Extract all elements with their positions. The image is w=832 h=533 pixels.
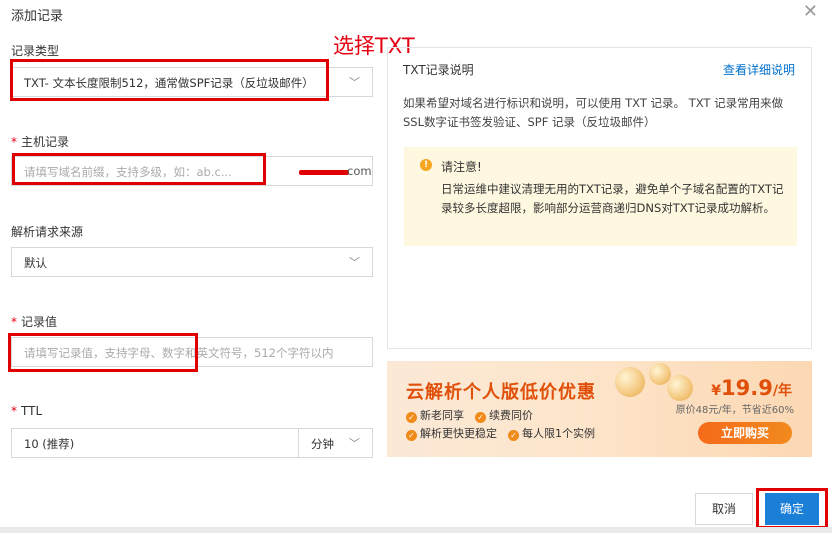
chevron-down-icon: ﹀ — [349, 256, 360, 269]
warning-icon: ! — [420, 159, 432, 171]
host-input[interactable]: 请填写域名前缀，支持多级，如：ab.c... com — [11, 156, 373, 186]
source-select[interactable]: 默认 ﹀ — [11, 247, 373, 277]
dialog-title: 添加记录 — [11, 9, 64, 24]
confirm-button[interactable]: 确定 — [765, 493, 819, 525]
host-label: * 主机记录 — [11, 135, 70, 149]
chevron-down-icon: ﹀ — [349, 76, 360, 89]
carousel-dots[interactable] — [577, 444, 611, 457]
record-type-select[interactable]: TXT- 文本长度限制512，通常做SPF记录（反垃圾邮件） ﹀ — [11, 67, 373, 97]
record-value-input[interactable]: 请填写记录值，支持字母、数字和英文符号，512个字符以内 — [11, 337, 373, 367]
notice-title: 请注意! — [441, 160, 482, 174]
ttl-unit: 分钟 — [311, 437, 334, 451]
cancel-button[interactable]: 取消 — [695, 493, 753, 525]
record-value-label: * 记录值 — [11, 315, 58, 329]
source-value: 默认 — [24, 256, 47, 270]
txt-info-panel: TXT记录说明 查看详细说明 如果希望对域名进行标识和说明，可以使用 TXT 记… — [387, 47, 812, 349]
notice-body: 日常运维中建议清理无用的TXT记录，避免单个子域名配置的TXT记录较多长度超限，… — [441, 182, 784, 215]
chevron-down-icon: ﹀ — [349, 437, 360, 450]
info-title: TXT记录说明 — [403, 63, 474, 77]
ttl-unit-select[interactable]: 分钟 ﹀ — [298, 428, 373, 458]
original-price: 原价48元/年，节省近60% — [675, 405, 794, 416]
coin-icon — [667, 375, 693, 401]
redacted-domain — [299, 170, 349, 175]
source-label: 解析请求来源 — [11, 225, 84, 239]
perk-item: ✓ 续费同价 — [475, 407, 533, 423]
ttl-label: * TTL — [11, 404, 43, 418]
info-description: 如果希望对域名进行标识和说明，可以使用 TXT 记录。 TXT 记录常用来做SS… — [403, 96, 784, 129]
domain-suffix: com — [347, 164, 372, 178]
buy-now-button[interactable]: 立即购买 — [698, 422, 792, 444]
perk-item: ✓ 每人限1个实例 — [508, 425, 595, 441]
promo-price: ¥19.9/年 — [711, 376, 792, 400]
view-details-link[interactable]: 查看详细说明 — [723, 61, 795, 78]
ttl-input[interactable]: 10 (推荐) — [11, 428, 299, 458]
record-type-value: TXT- 文本长度限制512，通常做SPF记录（反垃圾邮件） — [24, 76, 314, 90]
notice-box: ! 请注意! 日常运维中建议清理无用的TXT记录，避免单个子域名配置的TXT记录… — [404, 147, 797, 246]
perk-item: ✓ 解析更快更稳定 — [406, 425, 497, 441]
host-placeholder: 请填写域名前缀，支持多级，如：ab.c... — [24, 165, 232, 179]
promo-banner[interactable]: 云解析个人版低价优惠 ✓ 新老同享 ✓ 续费同价 ✓ 解析更快更稳定 ✓ 每人限1个实例… — [387, 361, 812, 457]
record-value-placeholder: 请填写记录值，支持字母、数字和英文符号，512个字符以内 — [24, 346, 334, 360]
coin-icon — [615, 367, 645, 397]
banner-title: 云解析个人版低价优惠 — [406, 382, 596, 403]
ttl-value: 10 (推荐) — [24, 437, 75, 451]
record-type-label: 记录类型 — [11, 44, 60, 58]
footer-strip — [0, 527, 832, 533]
close-icon[interactable]: ✕ — [803, 2, 818, 22]
perk-item: ✓ 新老同享 — [406, 407, 464, 423]
